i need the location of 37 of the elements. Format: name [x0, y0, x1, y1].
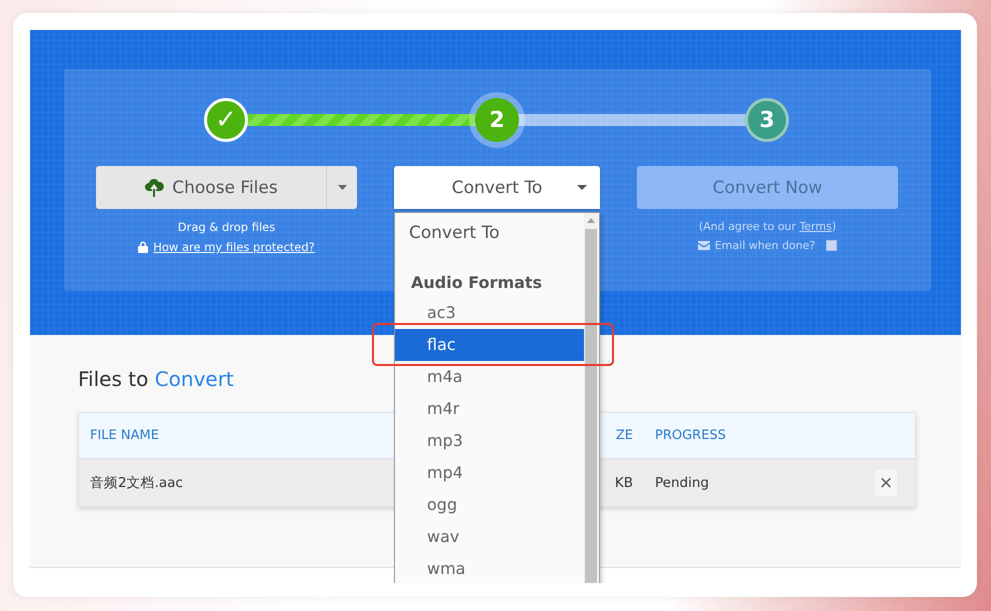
- step-indicator: 3: [745, 98, 789, 142]
- table-cell: KB: [614, 474, 633, 490]
- scroll-up-icon: [587, 218, 595, 223]
- terms-note: (And agree to our Terms): [698, 220, 836, 233]
- format-option[interactable]: m4r: [427, 400, 460, 418]
- format-option[interactable]: ac3: [427, 304, 456, 322]
- caret-icon: [338, 185, 346, 190]
- remove-button[interactable]: ×: [875, 470, 897, 496]
- format-option[interactable]: Convert To: [409, 224, 500, 242]
- format-option[interactable]: flac: [395, 329, 584, 361]
- drag-drop-hint: Drag & drop files: [178, 220, 276, 234]
- format-option[interactable]: mp3: [427, 432, 463, 450]
- column-header: FILE NAME: [90, 428, 159, 443]
- cloud-upload-icon: [144, 178, 164, 196]
- caret-icon: [577, 185, 587, 190]
- protection-link[interactable]: How are my files protected?: [153, 240, 315, 254]
- format-option[interactable]: wma: [427, 560, 466, 578]
- column-header: ZE: [616, 428, 633, 443]
- lock-icon: [138, 241, 148, 253]
- envelope-icon: [698, 241, 710, 250]
- column-header: PROGRESS: [655, 428, 726, 443]
- email-option-label: Email when done?: [714, 239, 816, 252]
- format-option[interactable]: wav: [427, 528, 460, 546]
- format-option[interactable]: mp4: [427, 464, 463, 482]
- section-title: Files to Convert: [78, 367, 234, 391]
- scrollbar[interactable]: [584, 213, 598, 583]
- dropdown-toggle[interactable]: [326, 166, 357, 209]
- format-option[interactable]: m4a: [427, 368, 463, 386]
- email-checkbox[interactable]: [826, 240, 838, 251]
- convert-to-select[interactable]: Convert To: [394, 166, 600, 209]
- table-cell: Pending: [655, 474, 709, 490]
- step-indicator: 2: [475, 98, 519, 142]
- option-group-label: Audio Formats: [410, 272, 542, 294]
- step-indicator: ✓: [204, 98, 248, 142]
- table-cell: 音频2文档.aac: [90, 474, 183, 490]
- format-option[interactable]: ogg: [427, 496, 458, 514]
- choose-files-button[interactable]: Choose Files: [96, 166, 326, 209]
